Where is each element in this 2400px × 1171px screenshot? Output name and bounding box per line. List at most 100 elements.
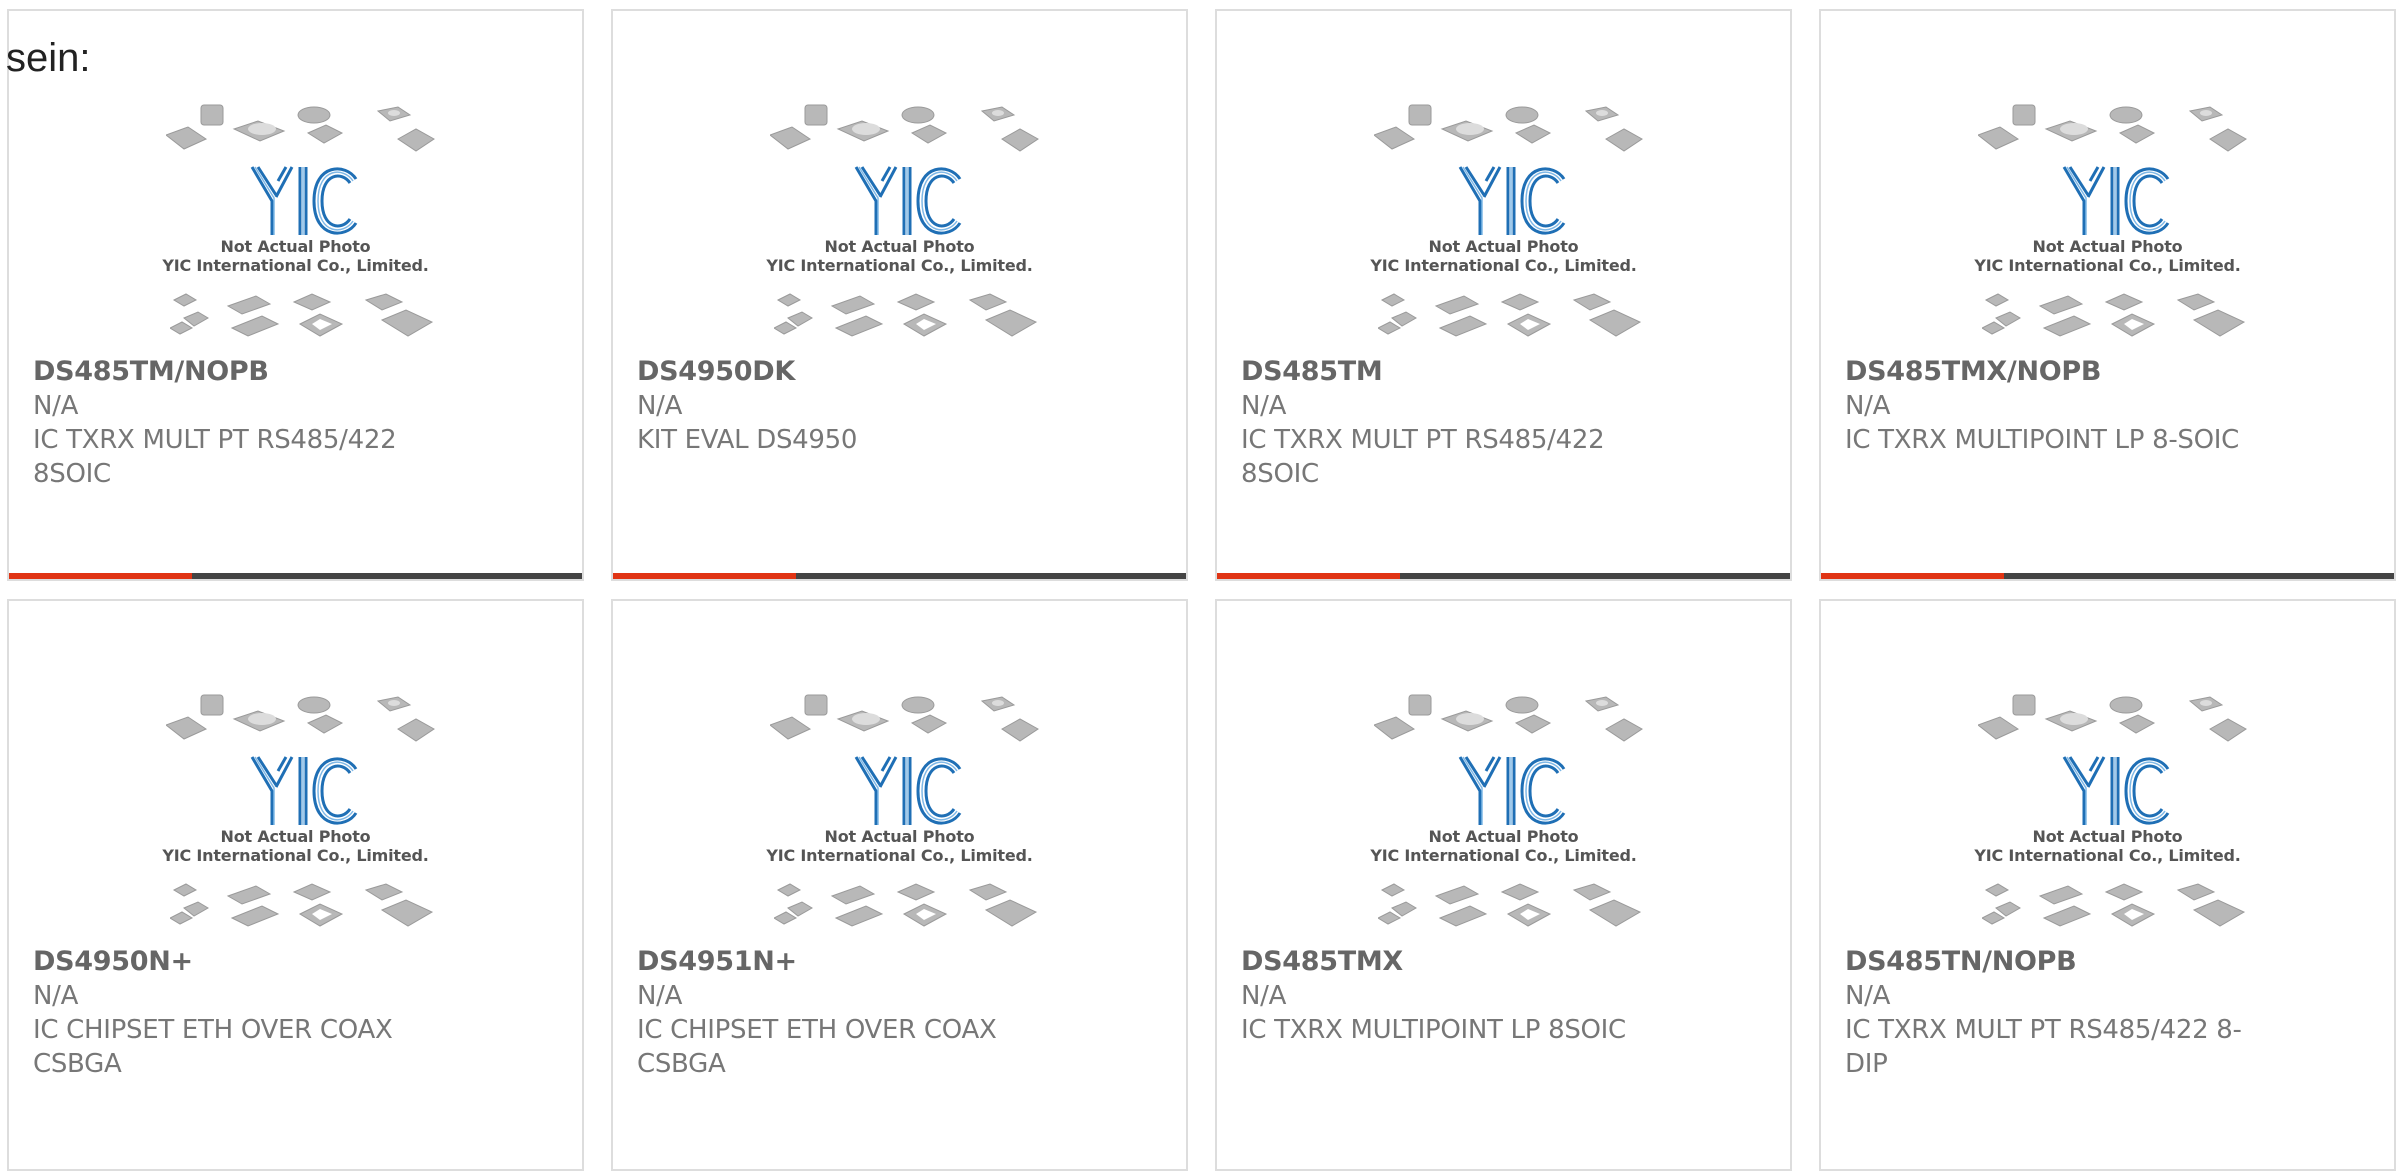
yic-logo [2062, 756, 2170, 825]
photo-caption: Not Actual Photo YIC International Co., … [613, 237, 1186, 275]
photo-caption: Not Actual Photo YIC International Co., … [1217, 237, 1790, 275]
manufacturer: N/A [637, 391, 683, 421]
photo-caption: Not Actual Photo YIC International Co., … [1821, 237, 2394, 275]
product-photo[interactable]: Not Actual Photo YIC International Co., … [1821, 601, 2394, 927]
product-photo[interactable]: Not Actual Photo YIC International Co., … [9, 11, 582, 337]
product-photo[interactable]: Not Actual Photo YIC International Co., … [1217, 601, 1790, 927]
product-card[interactable]: Not Actual Photo YIC International Co., … [7, 599, 584, 1171]
description: IC TXRX MULT PT RS485/422 8SOIC [33, 425, 397, 489]
chip-packages-image [170, 883, 434, 927]
part-number[interactable]: DS485TMX [1241, 945, 1641, 979]
description: IC TXRX MULT PT RS485/422 8SOIC [1241, 425, 1605, 489]
product-info: DS485TM/NOPB N/A IC TXRX MULT PT RS485/4… [33, 355, 433, 491]
chip-packages-image [1978, 694, 2247, 742]
page-label: sein: [6, 36, 91, 80]
part-number[interactable]: DS4950N+ [33, 945, 433, 979]
yic-logo [2062, 166, 2170, 235]
chip-packages-image [166, 694, 435, 742]
product-card[interactable]: Not Actual Photo YIC International Co., … [611, 9, 1188, 581]
part-number[interactable]: DS485TN/NOPB [1845, 945, 2245, 979]
accent-segment [613, 573, 796, 579]
chip-packages-image [770, 104, 1039, 152]
product-info: DS485TN/NOPB N/A IC TXRX MULT PT RS485/4… [1845, 945, 2245, 1081]
product-grid: Not Actual Photo YIC International Co., … [0, 0, 2400, 1171]
product-photo[interactable]: Not Actual Photo YIC International Co., … [1821, 11, 2394, 337]
product-info: DS485TM N/A IC TXRX MULT PT RS485/422 8S… [1241, 355, 1641, 491]
product-info: DS485TMX/NOPB N/A IC TXRX MULTIPOINT LP … [1845, 355, 2245, 457]
caption-line-2: YIC International Co., Limited. [162, 256, 429, 275]
card-accent-bar [613, 573, 1186, 579]
part-number[interactable]: DS4950DK [637, 355, 1037, 389]
description: IC TXRX MULT PT RS485/422 8-DIP [1845, 1015, 2242, 1079]
caption-line-2: YIC International Co., Limited. [162, 846, 429, 865]
accent-segment [9, 573, 192, 579]
photo-caption: Not Actual Photo YIC International Co., … [9, 237, 582, 275]
part-number[interactable]: DS485TMX/NOPB [1845, 355, 2245, 389]
product-photo[interactable]: Not Actual Photo YIC International Co., … [613, 11, 1186, 337]
yic-logo [1458, 166, 1566, 235]
caption-line-2: YIC International Co., Limited. [1974, 846, 2241, 865]
accent-segment [1217, 573, 1400, 579]
caption-line-2: YIC International Co., Limited. [766, 846, 1033, 865]
part-number[interactable]: DS485TM/NOPB [33, 355, 433, 389]
manufacturer: N/A [1845, 391, 1891, 421]
product-card[interactable]: Not Actual Photo YIC International Co., … [7, 9, 584, 581]
manufacturer: N/A [637, 981, 683, 1011]
product-photo[interactable]: Not Actual Photo YIC International Co., … [1217, 11, 1790, 337]
manufacturer: N/A [1241, 391, 1287, 421]
chip-packages-image [774, 883, 1038, 927]
chip-packages-image [1378, 883, 1642, 927]
part-number[interactable]: DS485TM [1241, 355, 1641, 389]
product-card[interactable]: Not Actual Photo YIC International Co., … [1215, 9, 1792, 581]
product-info: DS485TMX N/A IC TXRX MULTIPOINT LP 8SOIC [1241, 945, 1641, 1047]
chip-packages-image [166, 104, 435, 152]
product-card[interactable]: Not Actual Photo YIC International Co., … [1819, 9, 2396, 581]
product-photo[interactable]: Not Actual Photo YIC International Co., … [613, 601, 1186, 927]
chip-packages-image [170, 293, 434, 337]
photo-caption: Not Actual Photo YIC International Co., … [613, 827, 1186, 865]
card-accent-bar [1821, 573, 2394, 579]
yic-logo [1458, 756, 1566, 825]
caption-line-1: Not Actual Photo [1428, 827, 1579, 846]
chip-packages-image [774, 293, 1038, 337]
description: KIT EVAL DS4950 [637, 425, 858, 455]
description: IC CHIPSET ETH OVER COAX CSBGA [637, 1015, 997, 1079]
description: IC CHIPSET ETH OVER COAX CSBGA [33, 1015, 393, 1079]
caption-line-1: Not Actual Photo [1428, 237, 1579, 256]
caption-line-2: YIC International Co., Limited. [1370, 846, 1637, 865]
photo-caption: Not Actual Photo YIC International Co., … [1821, 827, 2394, 865]
caption-line-2: YIC International Co., Limited. [1974, 256, 2241, 275]
part-number[interactable]: DS4951N+ [637, 945, 1037, 979]
photo-caption: Not Actual Photo YIC International Co., … [9, 827, 582, 865]
caption-line-1: Not Actual Photo [824, 237, 975, 256]
product-photo[interactable]: Not Actual Photo YIC International Co., … [9, 601, 582, 927]
accent-segment [1821, 573, 2004, 579]
caption-line-2: YIC International Co., Limited. [766, 256, 1033, 275]
caption-line-2: YIC International Co., Limited. [1370, 256, 1637, 275]
manufacturer: N/A [33, 981, 79, 1011]
card-accent-bar [9, 573, 582, 579]
manufacturer: N/A [1845, 981, 1891, 1011]
yic-logo [854, 756, 962, 825]
caption-line-1: Not Actual Photo [220, 237, 371, 256]
product-card[interactable]: Not Actual Photo YIC International Co., … [611, 599, 1188, 1171]
chip-packages-image [1374, 694, 1643, 742]
description: IC TXRX MULTIPOINT LP 8-SOIC [1845, 425, 2239, 455]
manufacturer: N/A [1241, 981, 1287, 1011]
product-card[interactable]: Not Actual Photo YIC International Co., … [1819, 599, 2396, 1171]
product-info: DS4950DK N/A KIT EVAL DS4950 [637, 355, 1037, 457]
description: IC TXRX MULTIPOINT LP 8SOIC [1241, 1015, 1626, 1045]
product-info: DS4951N+ N/A IC CHIPSET ETH OVER COAX CS… [637, 945, 1037, 1081]
caption-line-1: Not Actual Photo [2032, 827, 2183, 846]
card-accent-bar [1217, 573, 1790, 579]
yic-logo [250, 166, 358, 235]
chip-packages-image [1978, 104, 2247, 152]
chip-packages-image [1378, 293, 1642, 337]
chip-packages-image [1982, 293, 2246, 337]
caption-line-1: Not Actual Photo [2032, 237, 2183, 256]
product-card[interactable]: Not Actual Photo YIC International Co., … [1215, 599, 1792, 1171]
yic-logo [854, 166, 962, 235]
chip-packages-image [1982, 883, 2246, 927]
caption-line-1: Not Actual Photo [824, 827, 975, 846]
yic-logo [250, 756, 358, 825]
